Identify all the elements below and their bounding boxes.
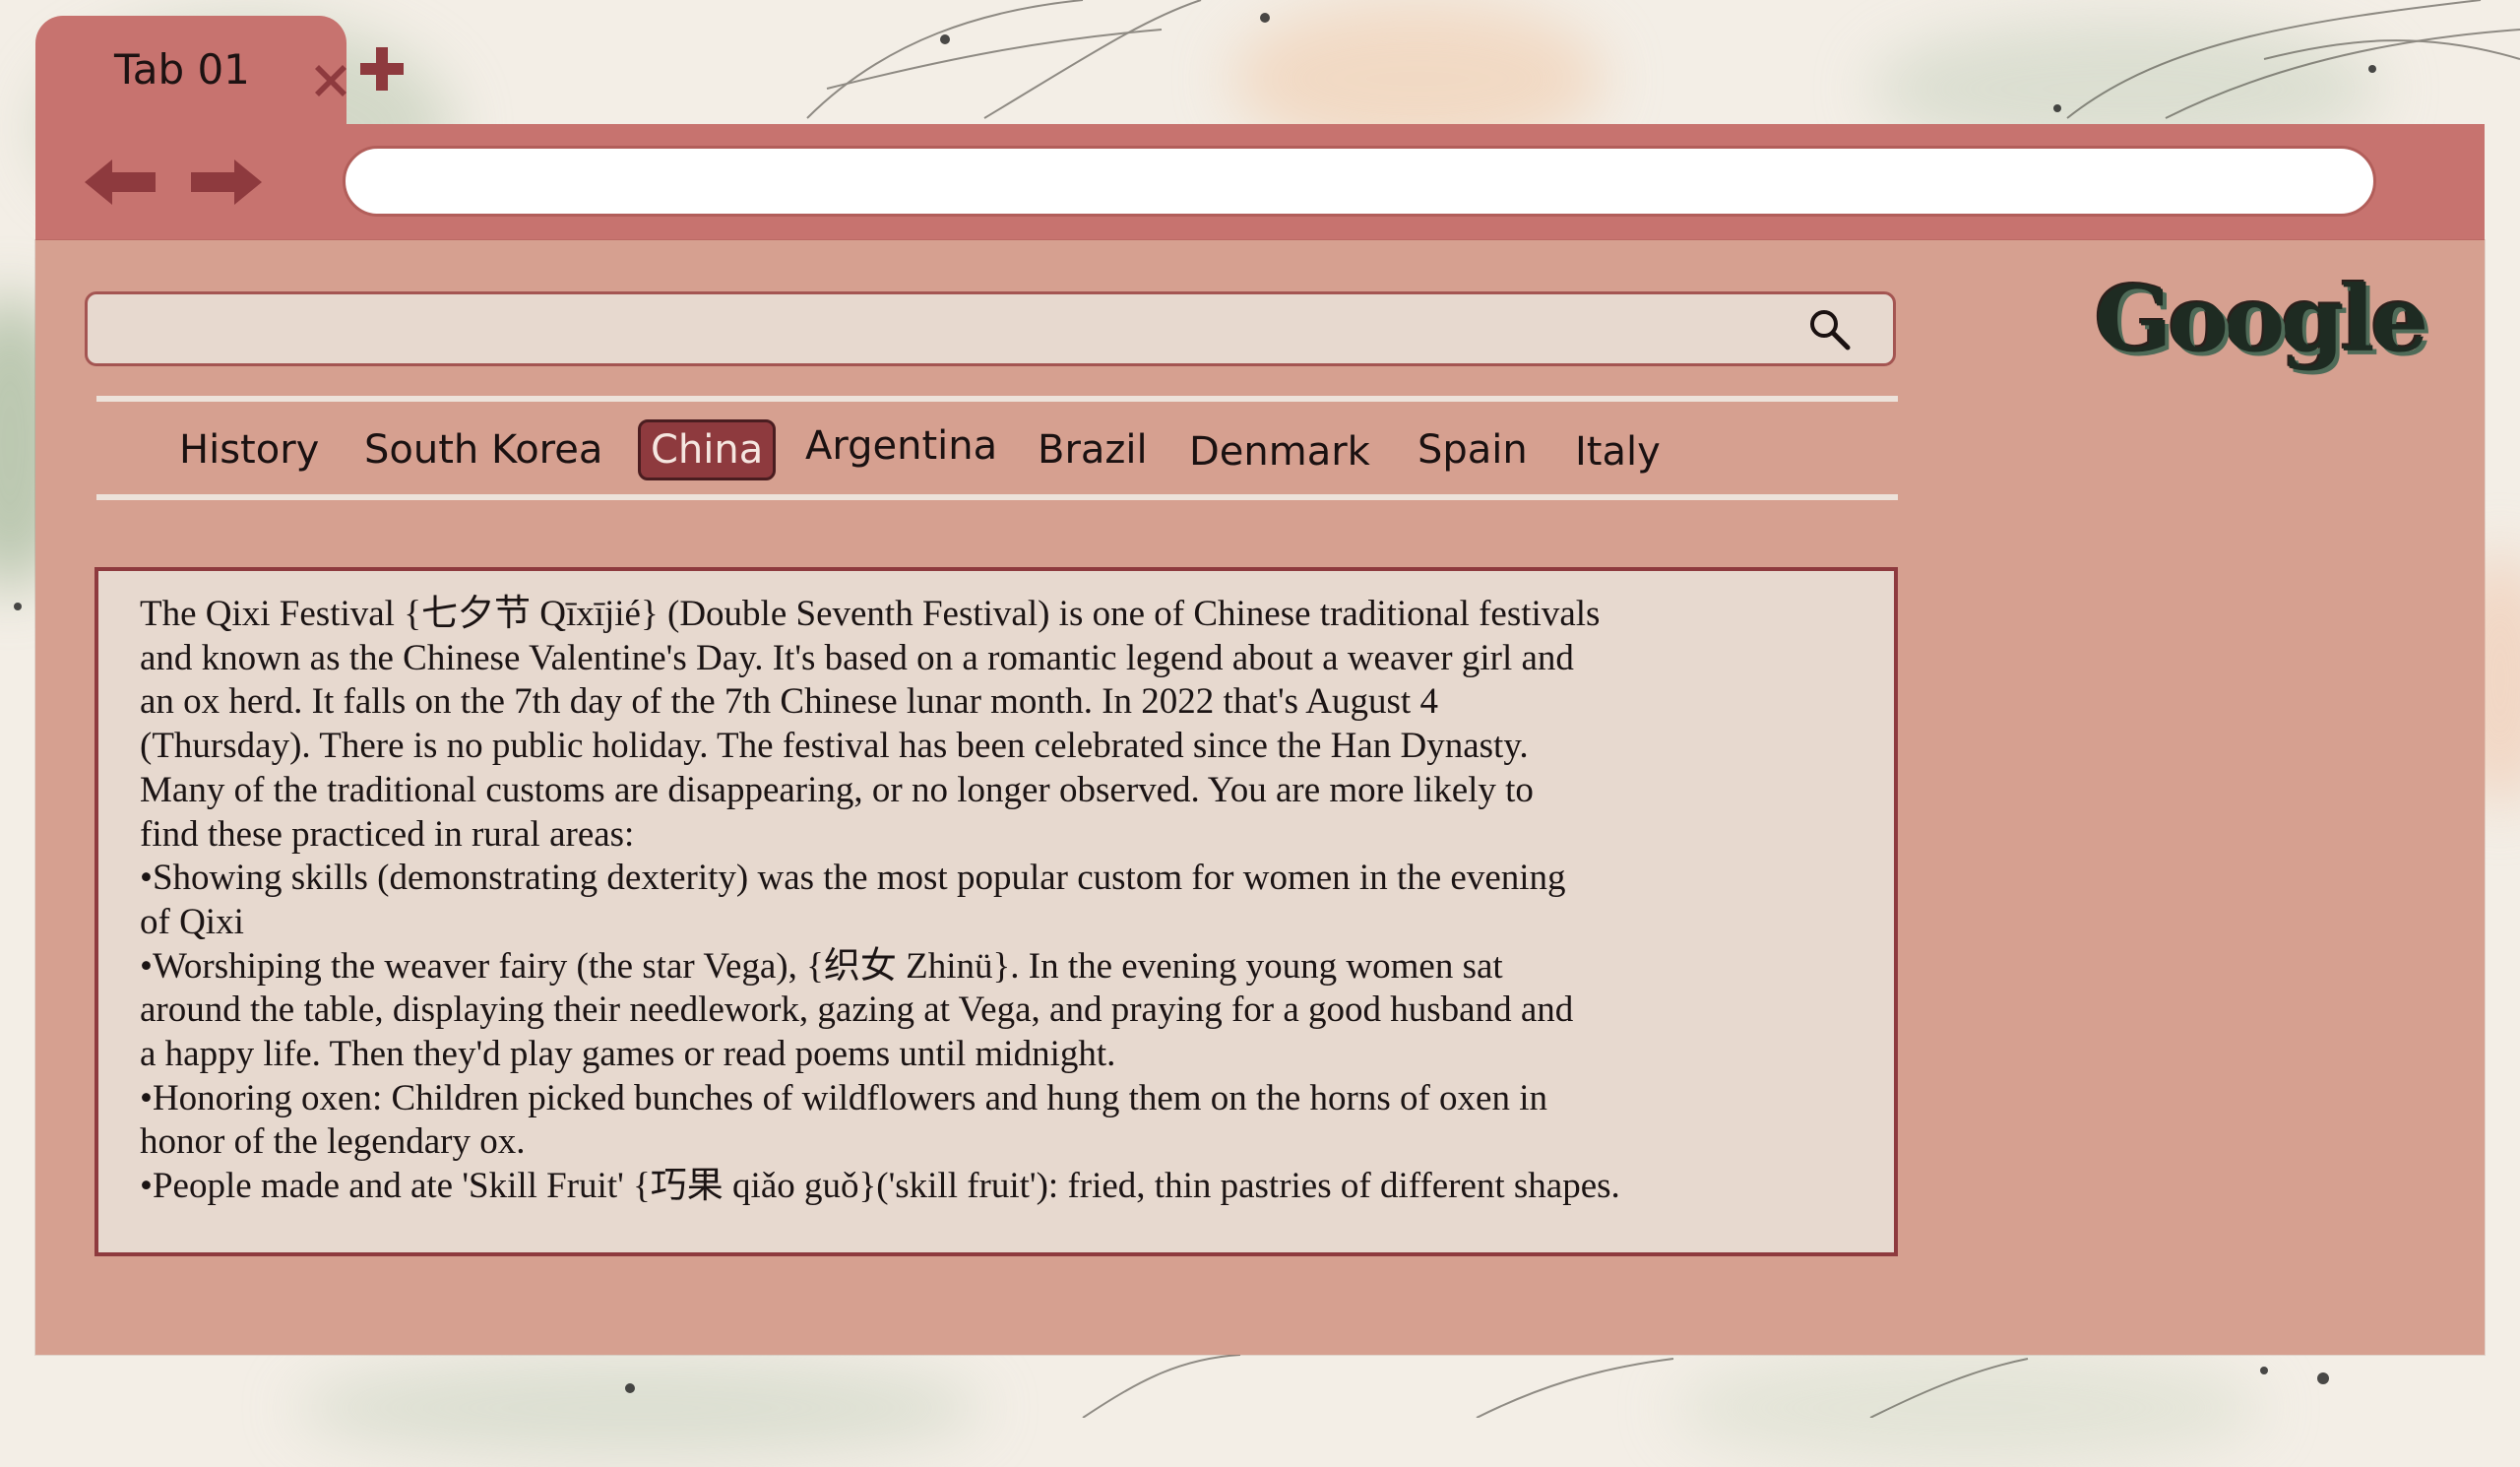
article-line: around the table, displaying their needl… <box>140 989 1574 1031</box>
country-nav: History South Korea China Argentina Braz… <box>0 406 1910 494</box>
nav-tab-south-korea[interactable]: South Korea <box>354 419 612 480</box>
google-logo: Google <box>2095 266 2428 372</box>
article-bullet: •Honoring oxen: Children picked bunches … <box>140 1077 1547 1118</box>
article-panel: The Qixi Festival {七夕节 Qīxījié} (Double … <box>94 567 1898 1256</box>
article-bullet: •Worshiping the weaver fairy (the star V… <box>140 945 1503 987</box>
nav-tab-spain[interactable]: Spain <box>1408 419 1538 480</box>
article-line: of Qixi <box>140 901 244 942</box>
address-bar[interactable] <box>343 146 2376 217</box>
nav-tab-denmark[interactable]: Denmark <box>1179 421 1380 482</box>
nav-tab-china[interactable]: China <box>638 419 777 480</box>
nav-divider-bottom <box>96 494 1898 500</box>
search-box <box>85 291 1896 366</box>
tab-title: Tab 01 <box>114 45 250 94</box>
article-line: and known as the Chinese Valentine's Day… <box>140 637 1574 678</box>
plus-icon[interactable] <box>356 43 408 95</box>
article-line: an ox herd. It falls on the 7th day of t… <box>140 681 1438 723</box>
article-line: Many of the traditional customs are disa… <box>140 769 1534 810</box>
article-line: find these practiced in rural areas: <box>140 813 635 855</box>
nav-tab-history[interactable]: History <box>169 419 329 480</box>
search-icon[interactable] <box>1806 306 1854 353</box>
article-bullet: •People made and ate 'Skill Fruit' {巧果 q… <box>140 1166 1620 1207</box>
arrow-left-icon[interactable] <box>83 156 158 209</box>
article-line: (Thursday). There is no public holiday. … <box>140 726 1529 767</box>
nav-tab-argentina[interactable]: Argentina <box>795 415 1007 477</box>
nav-tab-brazil[interactable]: Brazil <box>1028 419 1158 480</box>
article-line: a happy life. Then they'd play games or … <box>140 1034 1116 1075</box>
nav-divider-top <box>96 396 1898 402</box>
browser-toolbar <box>35 124 2485 240</box>
nav-tab-italy[interactable]: Italy <box>1565 421 1670 482</box>
search-input[interactable] <box>107 300 1804 359</box>
close-icon[interactable] <box>309 59 352 102</box>
article-bullet: •Showing skills (demonstrating dexterity… <box>140 858 1566 899</box>
browser-tab[interactable]: Tab 01 <box>35 16 346 128</box>
arrow-right-icon[interactable] <box>189 156 264 209</box>
article-line: honor of the legendary ox. <box>140 1121 526 1163</box>
article-line: The Qixi Festival {七夕节 Qīxījié} (Double … <box>140 594 1601 634</box>
